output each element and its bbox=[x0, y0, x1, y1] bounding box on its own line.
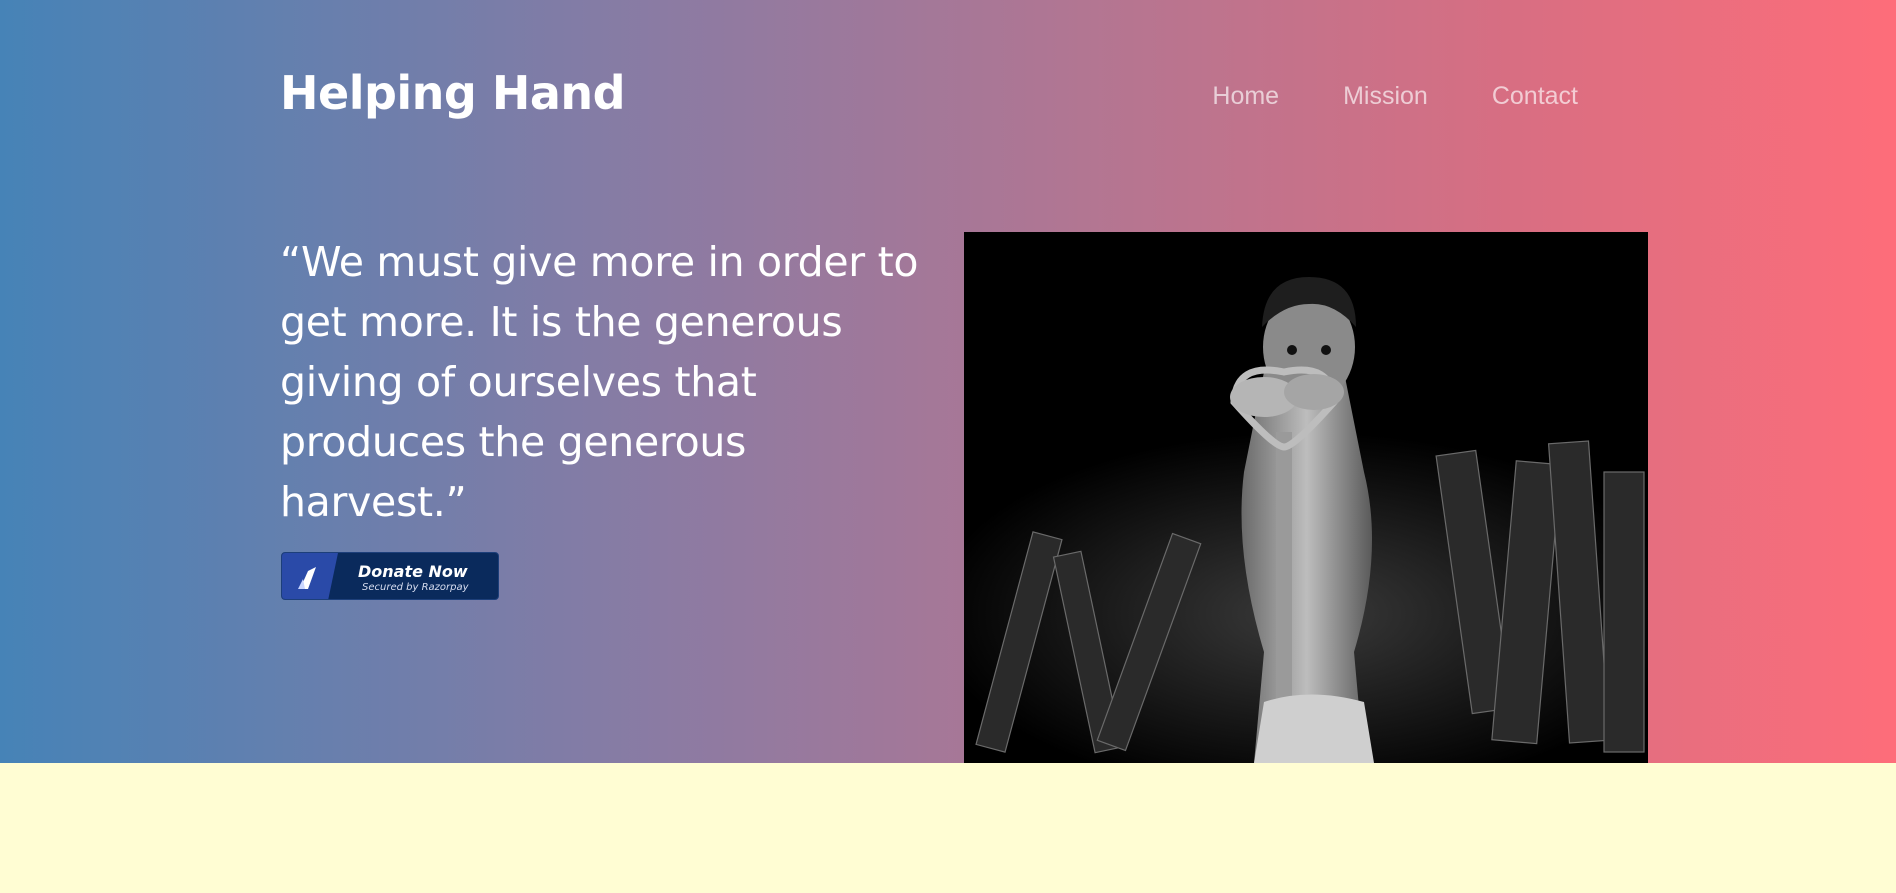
hero-section: Helping Hand Home Mission Contact “We mu… bbox=[0, 0, 1896, 763]
main-nav: Home Mission Contact bbox=[1212, 82, 1578, 111]
nav-link-contact[interactable]: Contact bbox=[1492, 82, 1578, 111]
nav-link-mission[interactable]: Mission bbox=[1343, 82, 1428, 111]
hero-quote: “We must give more in order to get more.… bbox=[280, 238, 919, 526]
donate-now-button[interactable]: Donate Now Secured by Razorpay bbox=[281, 552, 499, 600]
donate-button-label: Donate Now bbox=[358, 562, 468, 581]
donate-button-sublabel: Secured by Razorpay bbox=[362, 582, 469, 593]
razorpay-logo-icon bbox=[282, 553, 338, 599]
hero-photo bbox=[964, 232, 1648, 763]
boy-with-shovel-photo bbox=[964, 232, 1648, 763]
nav-link-home[interactable]: Home bbox=[1212, 82, 1279, 111]
site-logo-text[interactable]: Helping Hand bbox=[280, 66, 626, 120]
lower-section bbox=[0, 763, 1896, 893]
